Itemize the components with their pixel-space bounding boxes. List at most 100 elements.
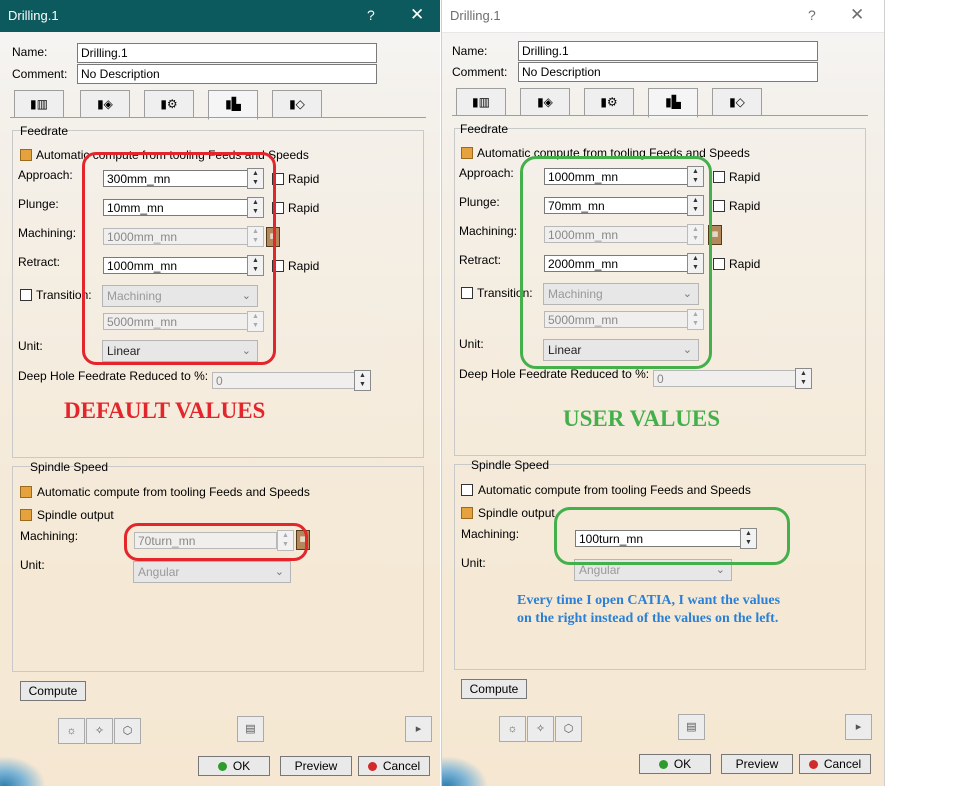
compute-button[interactable]: Compute xyxy=(20,681,86,701)
desktop-glow xyxy=(442,756,488,786)
material-removal-icon[interactable]: ⬡ xyxy=(555,716,582,742)
material-removal-icon[interactable]: ⬡ xyxy=(114,718,141,744)
cancel-button[interactable]: Cancel xyxy=(358,756,430,776)
spindle-output-label: Spindle output xyxy=(478,506,555,520)
feeds-speeds-tab-icon[interactable]: ▮▙ xyxy=(208,90,258,120)
help-button[interactable]: ? xyxy=(367,7,375,23)
preview-button[interactable]: Preview xyxy=(721,754,793,774)
deep-hole-input: 0 xyxy=(653,370,796,387)
comment-label: Comment: xyxy=(12,67,68,81)
spindle-output-checkbox[interactable] xyxy=(461,507,473,519)
user-note-annotation: Every time I open CATIA, I want the valu… xyxy=(517,593,781,626)
macros-tab-icon[interactable]: ▮◇ xyxy=(712,88,762,116)
tool-tab-icon[interactable]: ▮⚙ xyxy=(144,90,194,118)
video-simulation-icon[interactable]: ✧ xyxy=(527,716,554,742)
transition-checkbox[interactable] xyxy=(20,289,32,301)
name-input[interactable]: Drilling.1 xyxy=(518,41,818,61)
ok-icon xyxy=(217,762,227,772)
approach-rapid-checkbox[interactable] xyxy=(713,171,725,183)
tab-panel-border xyxy=(452,115,868,116)
comment-input[interactable]: No Description xyxy=(77,64,377,84)
macros-tab-icon[interactable]: ▮◇ xyxy=(272,90,322,118)
video-simulation-icon[interactable]: ✧ xyxy=(86,718,113,744)
window-title: Drilling.1 xyxy=(450,8,501,23)
left-dialog: Drilling.1 ? ✕ Name: Drilling.1 Comment:… xyxy=(0,0,440,786)
expand-icon[interactable]: ▸ xyxy=(845,714,872,740)
machining-label: Machining: xyxy=(459,224,518,238)
cancel-label: Cancel xyxy=(382,759,421,773)
chevron-down-icon: ⌄ xyxy=(274,566,284,578)
ok-label: OK xyxy=(232,759,251,773)
right-dialog: Drilling.1 ? ✕ Name: Drilling.1 Comment:… xyxy=(441,0,885,786)
name-label: Name: xyxy=(12,45,48,59)
spindle-output-label: Spindle output xyxy=(37,508,114,522)
geometry-tab-icon[interactable]: ▮◈ xyxy=(80,90,130,118)
deep-hole-spinner[interactable]: ▲ ▼ xyxy=(354,370,371,391)
plunge-rapid-label: Rapid xyxy=(288,201,320,215)
compute-button[interactable]: Compute xyxy=(461,679,527,699)
tool-path-replay-icon[interactable]: ☼ xyxy=(58,718,85,744)
approach-rapid-label: Rapid xyxy=(288,172,320,186)
spindle-unit-value: Angular xyxy=(579,563,621,577)
deep-hole-label: Deep Hole Feedrate Reduced to %: xyxy=(18,369,209,383)
close-button[interactable]: ✕ xyxy=(850,5,864,25)
spindle-auto-label: Automatic compute from tooling Feeds and… xyxy=(478,483,751,497)
geometry-tab-icon[interactable]: ▮◈ xyxy=(520,88,570,116)
spindle-output-checkbox[interactable] xyxy=(20,509,32,521)
spindle-default-highlight xyxy=(124,523,308,561)
tool-path-replay-icon[interactable]: ☼ xyxy=(499,716,526,742)
feedrate-auto-checkbox[interactable] xyxy=(461,147,473,159)
deep-hole-input: 0 xyxy=(212,372,355,389)
retract-rapid-label: Rapid xyxy=(288,259,320,273)
plunge-rapid-label: Rapid xyxy=(729,199,761,213)
tab-panel-border xyxy=(10,117,426,118)
ok-label: OK xyxy=(673,757,692,771)
cancel-icon xyxy=(808,760,818,770)
window-title: Drilling.1 xyxy=(8,8,59,23)
plunge-rapid-checkbox[interactable] xyxy=(713,200,725,212)
user-values-highlight xyxy=(520,156,712,369)
tool-tab-icon[interactable]: ▮⚙ xyxy=(584,88,634,116)
machining-label: Machining: xyxy=(18,226,77,240)
title-bar: Drilling.1 ? ✕ xyxy=(0,0,440,32)
unit-label: Unit: xyxy=(18,339,43,353)
spindle-unit-label: Unit: xyxy=(20,558,45,572)
spindle-user-highlight xyxy=(554,507,790,565)
preview-button[interactable]: Preview xyxy=(280,756,352,776)
retract-rapid-checkbox[interactable] xyxy=(713,258,725,270)
ok-button[interactable]: OK xyxy=(198,756,270,776)
analysis-icon[interactable]: ▤ xyxy=(678,714,705,740)
comment-input[interactable]: No Description xyxy=(518,62,818,82)
spindle-group-title: Spindle Speed xyxy=(471,458,550,472)
name-input[interactable]: Drilling.1 xyxy=(77,43,377,63)
name-label: Name: xyxy=(452,44,488,58)
cancel-button[interactable]: Cancel xyxy=(799,754,871,774)
spindle-unit-value: Angular xyxy=(138,565,180,579)
default-values-highlight xyxy=(82,152,276,365)
cancel-label: Cancel xyxy=(823,757,862,771)
deep-hole-spinner[interactable]: ▲ ▼ xyxy=(795,368,812,389)
strategy-tab-icon[interactable]: ▮▥ xyxy=(14,90,64,118)
spindle-auto-label: Automatic compute from tooling Feeds and… xyxy=(37,485,310,499)
help-button[interactable]: ? xyxy=(808,7,816,23)
close-button[interactable]: ✕ xyxy=(410,5,424,25)
transition-checkbox[interactable] xyxy=(461,287,473,299)
expand-icon[interactable]: ▸ xyxy=(405,716,432,742)
desktop-glow xyxy=(0,756,46,786)
plunge-label: Plunge: xyxy=(459,195,500,209)
user-values-annotation: USER VALUES xyxy=(563,406,721,431)
spindle-unit-label: Unit: xyxy=(461,556,486,570)
feedrate-auto-checkbox[interactable] xyxy=(20,149,32,161)
comment-label: Comment: xyxy=(452,65,508,79)
ok-button[interactable]: OK xyxy=(639,754,711,774)
feedrate-group-title: Feedrate xyxy=(20,124,69,138)
spindle-machining-label: Machining: xyxy=(461,527,520,541)
analysis-icon[interactable]: ▤ xyxy=(237,716,264,742)
strategy-tab-icon[interactable]: ▮▥ xyxy=(456,88,506,116)
spindle-auto-checkbox[interactable] xyxy=(461,484,473,496)
title-bar: Drilling.1 ? ✕ xyxy=(442,0,884,33)
default-values-annotation: DEFAULT VALUES xyxy=(64,398,266,423)
cancel-icon xyxy=(367,762,377,772)
feeds-speeds-tab-icon[interactable]: ▮▙ xyxy=(648,88,698,118)
spindle-auto-checkbox[interactable] xyxy=(20,486,32,498)
